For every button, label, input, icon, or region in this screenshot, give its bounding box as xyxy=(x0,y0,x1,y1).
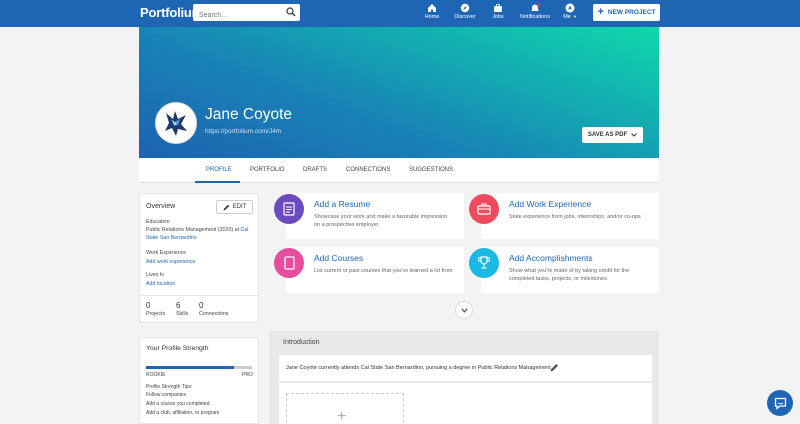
profile-url[interactable]: https://portfolium.com/J4m xyxy=(205,128,281,135)
add-work-experience-desc: State experience from jobs, internships,… xyxy=(509,214,641,220)
plus-icon: + xyxy=(597,6,604,18)
add-location-link[interactable]: Add location xyxy=(146,281,175,287)
coyote-logo-icon xyxy=(165,111,187,136)
tip-add-course[interactable]: Add a course you completed xyxy=(146,401,209,407)
chat-icon xyxy=(774,397,786,410)
briefcase-icon xyxy=(494,4,502,12)
add-resume-title[interactable]: Add a Resume xyxy=(314,199,370,209)
introduction-text-box: Jane Coyote currently attends Cal State … xyxy=(279,355,652,381)
home-icon xyxy=(428,4,436,12)
introduction-title: Introduction xyxy=(283,339,320,346)
save-as-pdf-button[interactable]: SAVE AS PDF xyxy=(582,127,643,143)
introduction-section: Introduction Jane Coyote currently atten… xyxy=(269,331,659,424)
add-courses-desc: List current or past courses that you've… xyxy=(314,268,453,274)
connections-count[interactable]: 0 xyxy=(199,301,203,310)
add-courses-title[interactable]: Add Courses xyxy=(314,253,363,263)
tab-drafts[interactable]: DRAFTS xyxy=(303,167,327,173)
profile-name: Jane Coyote xyxy=(205,106,293,123)
notebook-icon xyxy=(284,256,295,270)
compass-icon xyxy=(460,3,470,13)
overview-card: Overview EDIT Education Public Relations… xyxy=(139,193,259,323)
add-resume-circle xyxy=(274,194,304,224)
lives-in-label: Lives In xyxy=(146,272,165,278)
nav-me-label: Me xyxy=(563,14,571,20)
projects-label: Projects xyxy=(146,311,166,317)
save-as-pdf-label: SAVE AS PDF xyxy=(587,132,628,138)
new-project-button[interactable]: + NEW PROJECT xyxy=(593,4,660,21)
nav-jobs-label: Jobs xyxy=(492,14,504,20)
profile-strength-bar xyxy=(146,366,252,369)
briefcase-icon xyxy=(477,203,491,215)
edit-label: EDIT xyxy=(232,204,247,210)
add-resume-desc: Showcase your work and make a favorable … xyxy=(314,214,448,228)
add-accomplishments-title[interactable]: Add Accomplishments xyxy=(509,253,593,263)
work-experience-label: Work Experience xyxy=(146,250,187,256)
education-degree: Public Relations Management (2020) at xyxy=(146,227,240,233)
add-accomplishments-card[interactable]: Add Accomplishments Show what you're mad… xyxy=(469,247,659,293)
expand-more-button[interactable] xyxy=(455,301,473,319)
nav-notifications[interactable]: Notifications xyxy=(515,3,555,20)
search-icon[interactable] xyxy=(286,7,296,17)
search-input[interactable] xyxy=(193,7,281,24)
pencil-icon xyxy=(223,204,229,210)
add-accomplishments-desc: Show what you're made of by taking credi… xyxy=(509,268,630,282)
chevron-down-icon xyxy=(460,307,468,313)
plus-icon: + xyxy=(337,408,347,424)
add-courses-circle xyxy=(274,248,304,278)
new-project-label: NEW PROJECT xyxy=(607,9,656,16)
add-work-experience-link[interactable]: Add work experience xyxy=(146,259,195,265)
rookie-label: ROOKIE xyxy=(146,372,166,378)
tab-suggestions[interactable]: SUGGESTIONS xyxy=(409,167,453,173)
overview-title: Overview xyxy=(146,203,176,210)
tab-profile[interactable]: PROFILE xyxy=(206,167,232,173)
profile-strength-card: Your Profile Strength ROOKIE PRO Profile… xyxy=(139,337,259,424)
projects-count[interactable]: 0 xyxy=(146,301,150,310)
active-tab-indicator xyxy=(195,181,240,183)
tip-add-club[interactable]: Add a club, affiliation, or program xyxy=(146,410,219,416)
tab-portfolio[interactable]: PORTFOLIO xyxy=(250,167,285,173)
education-value: Public Relations Management (2020) at Ca… xyxy=(146,226,258,242)
skills-label: Skills xyxy=(176,311,189,317)
add-work-experience-card[interactable]: Add Work Experience State experience fro… xyxy=(469,193,659,239)
education-label: Education xyxy=(146,219,170,225)
skills-count[interactable]: 6 xyxy=(176,301,180,310)
profile-banner xyxy=(139,27,659,158)
connections-label: Connections xyxy=(199,311,229,317)
tips-label: Profile Strength Tips: xyxy=(146,384,193,390)
add-media-placeholder[interactable]: + xyxy=(286,393,404,424)
chevron-down-icon: ▼ xyxy=(572,14,577,19)
chat-button[interactable] xyxy=(767,390,793,416)
nav-notifications-label: Notifications xyxy=(520,14,550,20)
edit-overview-button[interactable]: EDIT xyxy=(216,200,253,214)
profile-strength-fill xyxy=(146,366,234,369)
introduction-media-area: + xyxy=(279,383,652,424)
add-work-experience-circle xyxy=(469,194,499,224)
add-accomplishments-circle xyxy=(469,248,499,278)
tab-connections[interactable]: CONNECTIONS xyxy=(346,167,390,173)
chevron-down-icon xyxy=(631,133,638,137)
profile-strength-title: Your Profile Strength xyxy=(146,345,209,352)
document-icon xyxy=(283,202,295,216)
nav-me[interactable]: Me ▼ xyxy=(550,3,590,20)
trophy-icon xyxy=(478,256,490,269)
bell-icon xyxy=(531,3,541,11)
add-courses-card[interactable]: Add Courses List current or past courses… xyxy=(274,247,464,293)
pro-label: PRO xyxy=(242,372,253,378)
nav-jobs[interactable]: Jobs xyxy=(478,3,518,20)
nav-home-label: Home xyxy=(424,14,440,20)
add-work-experience-title[interactable]: Add Work Experience xyxy=(509,199,591,209)
tip-follow-companies[interactable]: Follow companies xyxy=(146,392,186,398)
add-resume-card[interactable]: Add a Resume Showcase your work and make… xyxy=(274,193,464,239)
top-nav: Portfolium Home Discover Jobs Notificati… xyxy=(0,0,800,27)
avatar-icon xyxy=(565,3,575,13)
introduction-text: Jane Coyote currently attends Cal State … xyxy=(286,365,551,371)
nav-discover-label: Discover xyxy=(454,14,476,20)
profile-avatar[interactable] xyxy=(155,102,197,144)
search-box xyxy=(193,4,300,24)
pencil-icon[interactable] xyxy=(550,363,559,372)
overview-divider xyxy=(140,295,258,296)
